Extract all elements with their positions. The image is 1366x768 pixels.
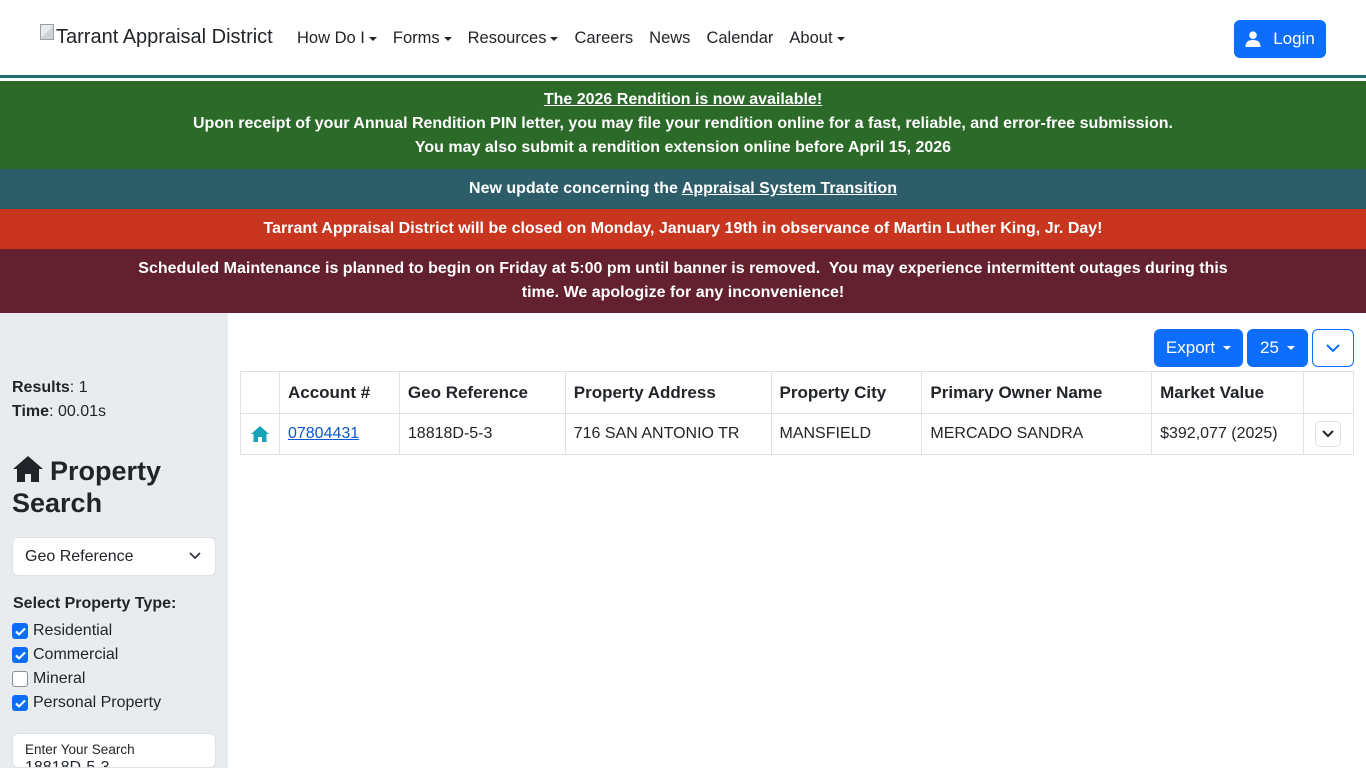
checkbox-checked[interactable] <box>12 695 28 711</box>
brand-logo[interactable]: Tarrant Appraisal District <box>40 23 273 49</box>
col-header-icon <box>240 371 280 414</box>
check-icon <box>14 651 26 660</box>
caret-down-icon <box>1286 346 1295 350</box>
chevron-down-icon <box>189 552 201 560</box>
type-personal-property[interactable]: Personal Property <box>12 694 161 712</box>
expand-all-button[interactable] <box>1312 329 1354 367</box>
maintenance-line-1: Scheduled Maintenance is planned to begi… <box>138 260 1228 277</box>
col-header-property-city[interactable]: Property City <box>770 371 923 414</box>
col-header-market-value[interactable]: Market Value <box>1151 371 1304 414</box>
closure-banner: Tarrant Appraisal District will be close… <box>0 209 1366 249</box>
page-size-button[interactable]: 25 <box>1247 329 1308 367</box>
transition-link[interactable]: Appraisal System Transition <box>682 180 897 197</box>
nav-careers[interactable]: Careers <box>574 29 633 48</box>
table-row: 07804431 18818D-5-3 716 SAN ANTONIO TR M… <box>240 413 1355 455</box>
caret-down-icon <box>550 36 559 41</box>
checkbox-checked[interactable] <box>12 647 28 663</box>
city-cell: MANSFIELD <box>770 413 923 455</box>
market-value-cell: $392,077 (2025) <box>1151 413 1304 455</box>
row-type-cell <box>240 413 280 455</box>
transition-text: New update concerning the <box>469 180 682 197</box>
row-actions-cell <box>1302 413 1355 455</box>
table-header-row: Account # Geo Reference Property Address… <box>240 371 1355 414</box>
col-header-owner-name[interactable]: Primary Owner Name <box>921 371 1153 414</box>
caret-down-icon <box>368 36 377 41</box>
search-type-select[interactable]: Geo Reference <box>12 537 216 576</box>
user-icon <box>1245 31 1261 47</box>
caret-down-icon <box>443 36 452 41</box>
home-icon <box>250 426 269 442</box>
address-cell: 716 SAN ANTONIO TR <box>564 413 772 455</box>
results-count: Results: 1 <box>12 379 88 396</box>
checkbox-checked[interactable] <box>12 623 28 639</box>
page-title: Property Search <box>12 456 162 518</box>
export-button[interactable]: Export <box>1154 329 1243 367</box>
search-input-value[interactable]: 18818D-5-3 <box>25 759 203 767</box>
closure-text: Tarrant Appraisal District will be close… <box>263 220 1103 237</box>
owner-cell: MERCADO SANDRA <box>921 413 1153 455</box>
maintenance-line-2: time. We apologize for any inconvenience… <box>521 284 845 301</box>
transition-banner: New update concerning the Appraisal Syst… <box>0 169 1366 209</box>
type-commercial[interactable]: Commercial <box>12 646 118 664</box>
rendition-link[interactable]: The 2026 Rendition is now available! <box>544 91 822 108</box>
check-icon <box>14 627 26 636</box>
nav-forms[interactable]: Forms <box>393 29 452 48</box>
nav-resources[interactable]: Resources <box>468 29 559 48</box>
login-button[interactable]: Login <box>1234 20 1326 58</box>
broken-image-icon <box>40 23 54 40</box>
row-expand-button[interactable] <box>1315 421 1342 447</box>
col-header-geo-reference[interactable]: Geo Reference <box>398 371 566 414</box>
nav-how-do-i[interactable]: How Do I <box>297 29 377 48</box>
maintenance-banner: Scheduled Maintenance is planned to begi… <box>0 249 1366 313</box>
brand-alt-text: Tarrant Appraisal District <box>56 26 273 48</box>
search-time: Time: 00.01s <box>12 403 106 420</box>
rendition-line: Upon receipt of your Annual Rendition PI… <box>192 115 1173 132</box>
search-input-label: Enter Your Search <box>25 742 135 757</box>
chevron-down-icon <box>1322 430 1335 438</box>
check-icon <box>14 699 26 708</box>
rendition-extension-line: You may also submit a rendition extensio… <box>414 139 952 156</box>
type-mineral[interactable]: Mineral <box>12 670 85 688</box>
nav-news[interactable]: News <box>649 29 690 48</box>
house-icon <box>13 456 43 482</box>
results-table: Account # Geo Reference Property Address… <box>240 371 1355 455</box>
chevron-down-icon <box>1326 343 1340 352</box>
nav-calendar[interactable]: Calendar <box>706 29 773 48</box>
navbar: Tarrant Appraisal District How Do I Form… <box>0 0 1366 78</box>
caret-down-icon <box>836 36 845 41</box>
geo-reference-cell: 18818D-5-3 <box>398 413 566 455</box>
main-nav: How Do I Forms Resources Careers News Ca… <box>297 29 861 48</box>
caret-down-icon <box>1223 346 1232 350</box>
rendition-banner: The 2026 Rendition is now available! Upo… <box>0 81 1366 169</box>
account-link[interactable]: 07804431 <box>288 425 359 442</box>
checkbox-unchecked[interactable] <box>12 671 28 687</box>
col-header-account[interactable]: Account # <box>278 371 400 414</box>
nav-about[interactable]: About <box>789 29 845 48</box>
type-residential[interactable]: Residential <box>12 622 112 640</box>
col-header-actions <box>1302 371 1355 414</box>
col-header-property-address[interactable]: Property Address <box>564 371 772 414</box>
search-input[interactable]: Enter Your Search 18818D-5-3 <box>12 733 216 768</box>
account-cell: 07804431 <box>278 413 400 455</box>
property-type-label: Select Property Type: <box>13 595 177 612</box>
